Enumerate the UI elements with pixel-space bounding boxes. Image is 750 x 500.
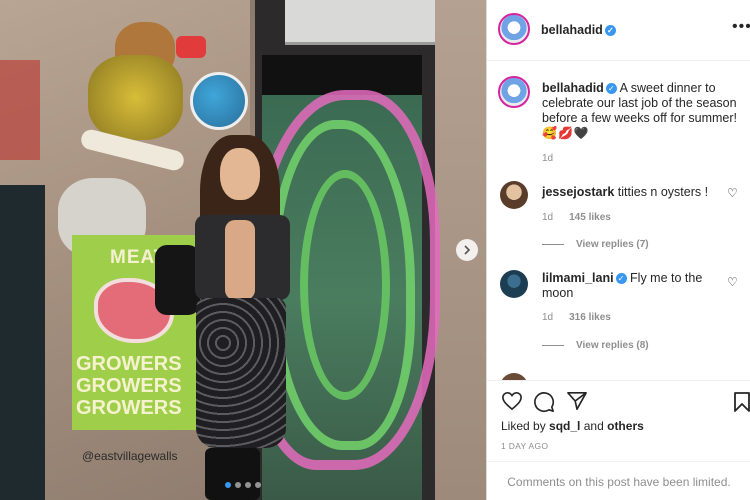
- carousel-dot: [255, 482, 261, 488]
- caption-avatar[interactable]: [498, 76, 530, 108]
- avatar[interactable]: [498, 13, 530, 45]
- verified-badge-icon: ✓: [615, 273, 627, 285]
- carousel-dot: [225, 482, 231, 488]
- post-sidebar: bellahadid ✓ ••• bellahadid ✓ A sweet dinn…: [486, 0, 750, 500]
- black-sign: [262, 55, 422, 95]
- comments-limited-notice: Comments on this post have been limited.: [487, 461, 750, 500]
- verified-badge-icon: ✓: [604, 25, 616, 37]
- carousel-next-button[interactable]: [456, 239, 478, 261]
- liked-by-text: Liked by sqd_l and others: [501, 419, 644, 433]
- comment-like-heart-icon[interactable]: ♡: [727, 186, 738, 200]
- carousel-dot: [235, 482, 241, 488]
- comments-section: bellahadid ✓ A sweet dinner to celebrate …: [487, 62, 750, 380]
- comment-time[interactable]: 1d: [542, 212, 553, 223]
- post-header: bellahadid ✓ •••: [487, 0, 750, 61]
- view-replies-button[interactable]: View replies (8): [542, 340, 649, 351]
- person-skirt: [196, 298, 286, 448]
- poster-growers-text: GROWERS GROWERS GROWERS: [76, 353, 182, 419]
- liked-by-user[interactable]: sqd_l: [549, 419, 580, 433]
- view-replies-button[interactable]: View replies (7): [542, 239, 649, 250]
- heart-badge-sticker: [176, 36, 206, 58]
- person-torso: [225, 220, 255, 300]
- globe-sticker: [190, 72, 248, 130]
- comment-time[interactable]: 1d: [542, 312, 553, 323]
- person-boots: [205, 448, 260, 500]
- caption-emojis: 🥰💋🖤: [542, 126, 590, 140]
- caption-username[interactable]: bellahadid: [542, 81, 604, 95]
- dark-wall-panel: [0, 185, 45, 500]
- comment-avatar[interactable]: [500, 181, 528, 209]
- carousel-dot: [245, 482, 251, 488]
- caption-time[interactable]: 1d: [542, 153, 553, 164]
- comment-button[interactable]: [533, 391, 555, 418]
- comment-text: jessejostark titties n oysters !: [542, 185, 722, 200]
- comment-likes[interactable]: 145 likes: [569, 212, 611, 223]
- view-replies-label[interactable]: View replies (8): [576, 340, 649, 351]
- replies-divider: [542, 244, 564, 245]
- comment-like-heart-icon[interactable]: ♡: [727, 275, 738, 289]
- comment-avatar[interactable]: [500, 373, 528, 380]
- person-face: [220, 148, 260, 200]
- comment-text: lilmami_lani ✓ Fly me to the moon: [542, 271, 722, 301]
- gold-sticker: [88, 55, 183, 140]
- comment-meta: 1d 316 likes: [542, 312, 611, 323]
- paper-plane-icon: [567, 392, 587, 410]
- header-username-text[interactable]: bellahadid: [541, 23, 603, 37]
- share-button[interactable]: [566, 391, 588, 416]
- graffiti-red-strip: [0, 60, 40, 160]
- like-button[interactable]: [501, 391, 523, 416]
- air-conditioner: [285, 0, 435, 45]
- comment-likes[interactable]: 316 likes: [569, 312, 611, 323]
- post-timestamp[interactable]: 1 DAY AGO: [501, 441, 548, 451]
- graffiti-green-inner: [300, 170, 390, 400]
- view-replies-label[interactable]: View replies (7): [576, 239, 649, 250]
- chevron-right-icon: [464, 245, 471, 255]
- wall-tag-text: @eastvillagewalls: [82, 449, 178, 463]
- person-bag: [155, 245, 200, 315]
- comment-username[interactable]: lilmami_lani: [542, 271, 614, 285]
- comment-meta: 1d 145 likes: [542, 212, 611, 223]
- header-username[interactable]: bellahadid ✓: [541, 23, 616, 37]
- save-button[interactable]: [733, 391, 750, 418]
- comment-username[interactable]: jessejostark: [542, 185, 614, 199]
- comment-body: titties n oysters !: [617, 185, 709, 199]
- more-options-icon[interactable]: •••: [732, 18, 750, 36]
- liked-by-and: and: [583, 419, 604, 433]
- caption-text: bellahadid ✓ A sweet dinner to celebrate …: [542, 81, 737, 126]
- replies-divider: [542, 345, 564, 346]
- verified-badge-icon: ✓: [605, 83, 617, 95]
- liked-by-others[interactable]: others: [607, 419, 644, 433]
- post-photo[interactable]: MEAT GROWERS GROWERS GROWERS @eastvillag…: [0, 0, 486, 500]
- liked-by-prefix: Liked by: [501, 419, 546, 433]
- heart-icon: [502, 391, 522, 411]
- carousel-dots: [0, 482, 486, 488]
- comment-icon: [534, 392, 555, 413]
- bookmark-icon: [734, 392, 750, 412]
- comment-avatar[interactable]: [500, 270, 528, 298]
- post-actions: Liked by sqd_l and others 1 DAY AGO Comm…: [487, 380, 750, 500]
